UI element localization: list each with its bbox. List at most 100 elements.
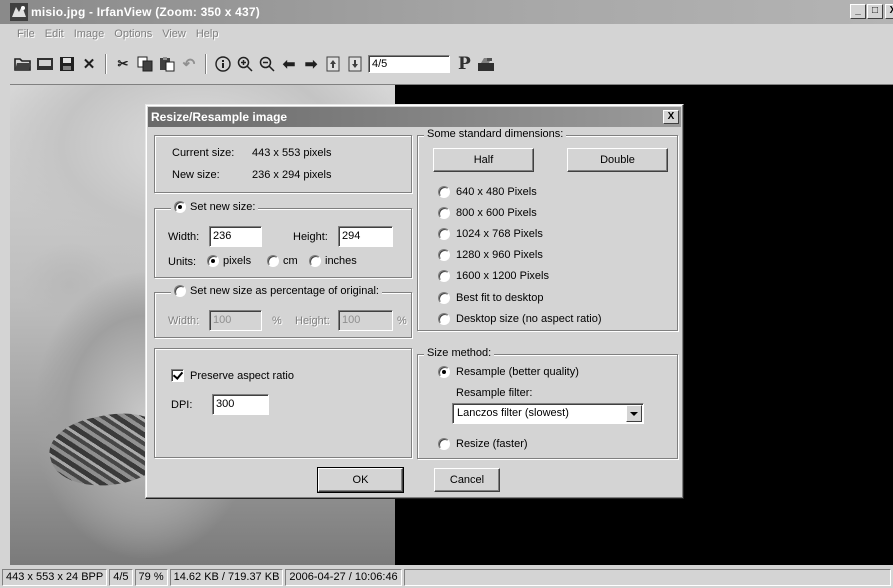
dim-1280-option[interactable]: 1280 x 960 Pixels <box>438 249 543 261</box>
zoom-in-icon[interactable] <box>234 53 256 75</box>
toolbar: ✕ ✂ ↶ ⬅ ➡ 4/5 P <box>0 44 893 84</box>
irfanview-app-icon[interactable] <box>10 3 28 21</box>
paste-icon[interactable] <box>156 53 178 75</box>
menu-view[interactable]: View <box>157 28 191 40</box>
toolbar-separator <box>105 54 107 74</box>
dim-1600-option[interactable]: 1600 x 1200 Pixels <box>438 270 549 282</box>
save-disk-icon[interactable] <box>56 53 78 75</box>
menu-bar: File Edit Image Options View Help <box>0 24 893 44</box>
resample-filter-select[interactable]: Lanczos filter (slowest) <box>452 403 644 424</box>
menu-image[interactable]: Image <box>69 28 110 40</box>
preserve-aspect-checkbox[interactable] <box>171 369 184 382</box>
resample-option[interactable]: Resample (better quality) <box>438 366 579 378</box>
dim-1600-radio[interactable] <box>438 270 450 282</box>
menu-options[interactable]: Options <box>109 28 157 40</box>
dim-800-option[interactable]: 800 x 600 Pixels <box>438 207 537 219</box>
best-fit-radio[interactable] <box>438 292 450 304</box>
standard-dims-legend: Some standard dimensions: <box>424 128 567 140</box>
set-new-size-label: Set new size: <box>190 201 256 213</box>
copy-icon[interactable] <box>134 53 156 75</box>
height-input[interactable]: 294 <box>338 226 393 247</box>
options-group: Preserve aspect ratio DPI: 300 <box>154 348 412 458</box>
resample-filter-value: Lanczos filter (slowest) <box>457 407 569 419</box>
desktop-size-label: Desktop size (no aspect ratio) <box>456 313 602 325</box>
resize-label: Resize (faster) <box>456 438 528 450</box>
double-button[interactable]: Double <box>567 148 668 172</box>
dialog-titlebar[interactable]: Resize/Resample image X <box>148 107 681 127</box>
units-inches-option[interactable]: inches <box>309 255 357 267</box>
cut-scissors-icon[interactable]: ✂ <box>112 53 134 75</box>
size-method-legend: Size method: <box>424 347 495 359</box>
last-file-icon[interactable] <box>344 53 366 75</box>
resize-resample-dialog: Resize/Resample image X Current size: 44… <box>145 104 684 499</box>
desktop-size-radio[interactable] <box>438 313 450 325</box>
delete-x-icon[interactable]: ✕ <box>78 53 100 75</box>
next-arrow-icon[interactable]: ➡ <box>300 53 322 75</box>
status-bar: 443 x 553 x 24 BPP 4/5 79 % 14.62 KB / 7… <box>0 567 893 588</box>
percent-height-unit: % <box>397 315 407 327</box>
percentage-label: Set new size as percentage of original: <box>190 285 379 297</box>
percentage-radio[interactable] <box>174 285 186 297</box>
dim-1024-option[interactable]: 1024 x 768 Pixels <box>438 228 543 240</box>
zoom-out-icon[interactable] <box>256 53 278 75</box>
preserve-aspect-option[interactable]: Preserve aspect ratio <box>171 369 294 382</box>
open-folder-icon[interactable] <box>12 53 34 75</box>
units-inches-label: inches <box>325 255 357 267</box>
percentage-legend[interactable]: Set new size as percentage of original: <box>171 285 382 297</box>
status-file-size: 14.62 KB / 719.37 KB <box>169 569 284 586</box>
dim-1280-label: 1280 x 960 Pixels <box>456 249 543 261</box>
resample-radio[interactable] <box>438 366 450 378</box>
dim-640-option[interactable]: 640 x 480 Pixels <box>438 186 537 198</box>
percent-height-input[interactable]: 100 <box>338 310 393 331</box>
percentage-group: Set new size as percentage of original: … <box>154 285 412 338</box>
width-label: Width: <box>168 231 200 243</box>
menu-file[interactable]: File <box>12 28 40 40</box>
window-titlebar[interactable]: misio.jpg - IrfanView (Zoom: 350 x 437) … <box>0 0 893 24</box>
status-empty <box>403 569 891 586</box>
status-file-index: 4/5 <box>109 569 133 586</box>
set-new-size-radio[interactable] <box>174 201 186 213</box>
page-number-field[interactable]: 4/5 <box>368 55 450 73</box>
status-date: 2006-04-27 / 10:06:46 <box>285 569 402 586</box>
units-pixels-option[interactable]: pixels <box>207 255 251 267</box>
dim-1280-radio[interactable] <box>438 249 450 261</box>
units-cm-option[interactable]: cm <box>267 255 298 267</box>
window-title: misio.jpg - IrfanView (Zoom: 350 x 437) <box>31 5 260 19</box>
dpi-input[interactable]: 300 <box>212 394 269 415</box>
resize-option[interactable]: Resize (faster) <box>438 438 528 450</box>
ok-button[interactable]: OK <box>317 467 404 493</box>
resize-radio[interactable] <box>438 438 450 450</box>
toolbar-separator <box>205 54 207 74</box>
units-pixels-radio[interactable] <box>207 255 219 267</box>
menu-help[interactable]: Help <box>191 28 224 40</box>
print-button[interactable]: P <box>458 54 471 74</box>
previous-arrow-icon[interactable]: ⬅ <box>278 53 300 75</box>
half-button[interactable]: Half <box>433 148 534 172</box>
units-cm-radio[interactable] <box>267 255 279 267</box>
undo-icon[interactable]: ↶ <box>178 53 200 75</box>
minimize-button[interactable]: _ <box>850 4 866 19</box>
resample-filter-label: Resample filter: <box>456 387 533 399</box>
maximize-button[interactable]: □ <box>867 4 883 19</box>
units-cm-label: cm <box>283 255 298 267</box>
percent-width-input[interactable]: 100 <box>209 310 262 331</box>
cancel-button[interactable]: Cancel <box>434 468 500 492</box>
dialog-title: Resize/Resample image <box>151 110 288 124</box>
units-inches-radio[interactable] <box>309 255 321 267</box>
chevron-down-icon[interactable] <box>626 405 642 422</box>
units-label: Units: <box>168 256 197 268</box>
best-fit-option[interactable]: Best fit to desktop <box>438 292 543 304</box>
width-input[interactable]: 236 <box>209 226 262 247</box>
scanner-icon[interactable] <box>475 53 497 75</box>
close-button[interactable]: X <box>885 4 893 19</box>
dim-1024-radio[interactable] <box>438 228 450 240</box>
first-file-icon[interactable] <box>322 53 344 75</box>
slideshow-icon[interactable] <box>34 53 56 75</box>
set-new-size-legend[interactable]: Set new size: <box>171 201 259 213</box>
dim-640-radio[interactable] <box>438 186 450 198</box>
info-icon[interactable] <box>212 53 234 75</box>
menu-edit[interactable]: Edit <box>40 28 69 40</box>
dim-800-radio[interactable] <box>438 207 450 219</box>
desktop-size-option[interactable]: Desktop size (no aspect ratio) <box>438 313 602 325</box>
dialog-close-button[interactable]: X <box>663 110 679 124</box>
